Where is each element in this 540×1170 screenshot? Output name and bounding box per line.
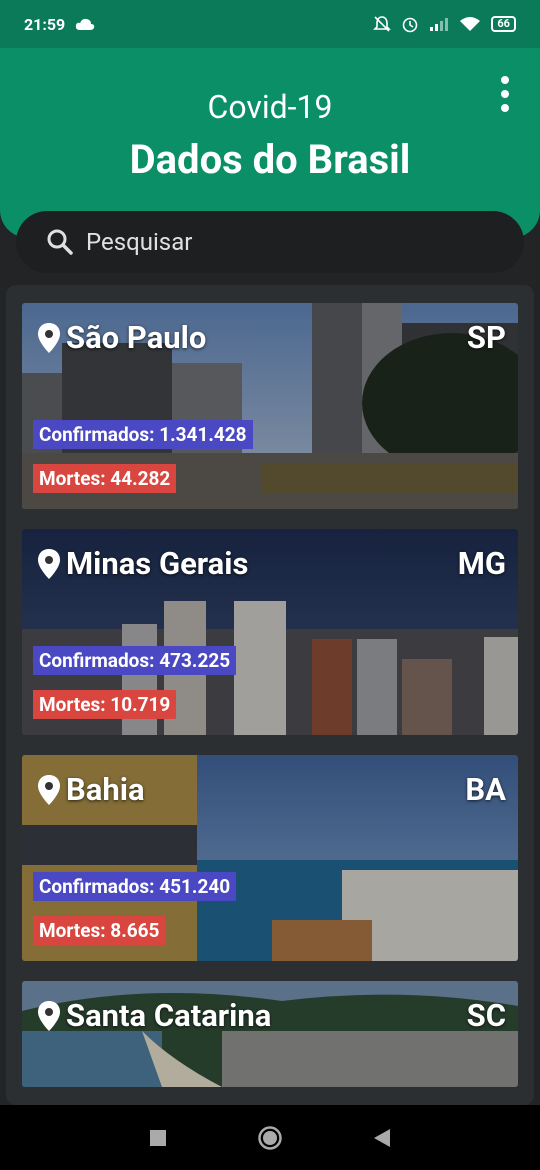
back-icon[interactable] <box>373 1128 391 1148</box>
location-pin-icon <box>38 1000 60 1031</box>
home-icon[interactable] <box>257 1125 283 1151</box>
confirmed-badge: Confirmados: 451.240 <box>33 872 237 901</box>
state-name: São Paulo <box>38 319 206 356</box>
deaths-badge: Mortes: 10.719 <box>33 690 177 719</box>
state-uf: MG <box>457 545 506 582</box>
state-name-label: Bahia <box>66 771 145 808</box>
location-pin-icon <box>38 774 60 805</box>
state-uf: SC <box>466 997 506 1034</box>
confirmed-badge: Confirmados: 1.341.428 <box>33 420 253 449</box>
status-bar: 21:59 66 <box>0 0 540 48</box>
app-header: Covid-19 Dados do Brasil <box>0 48 540 238</box>
state-name-label: Santa Catarina <box>66 997 272 1034</box>
mute-bell-icon <box>373 16 392 32</box>
confirmed-badge: Confirmados: 473.225 <box>33 646 237 675</box>
state-card-mg[interactable]: Minas Gerais MG Confirmados: 473.225 Mor… <box>22 529 518 735</box>
state-card-sp[interactable]: São Paulo SP Confirmados: 1.341.428 Mort… <box>22 303 518 509</box>
deaths-badge: Mortes: 44.282 <box>33 464 177 493</box>
state-name-label: São Paulo <box>66 319 207 356</box>
state-name: Minas Gerais <box>38 545 248 582</box>
page-title: Dados do Brasil <box>129 136 411 183</box>
location-pin-icon <box>38 322 60 353</box>
battery-icon: 66 <box>491 16 516 32</box>
state-name-label: Minas Gerais <box>66 545 249 582</box>
state-card-ba[interactable]: Bahia BA Confirmados: 451.240 Mortes: 8.… <box>22 755 518 961</box>
wifi-icon <box>460 17 481 31</box>
location-pin-icon <box>38 548 60 579</box>
state-card-sc[interactable]: Santa Catarina SC <box>22 981 518 1087</box>
system-nav-bar <box>0 1105 540 1170</box>
recent-apps-icon[interactable] <box>149 1129 167 1147</box>
state-name: Santa Catarina <box>38 997 271 1034</box>
state-uf: SP <box>466 319 506 356</box>
search-icon <box>47 229 73 255</box>
search-placeholder: Pesquisar <box>86 228 193 256</box>
state-name: Bahia <box>38 771 145 808</box>
search-input[interactable]: Pesquisar <box>16 211 524 273</box>
header-subtitle: Covid-19 <box>207 88 333 126</box>
cloud-icon <box>76 18 95 30</box>
alarm-icon <box>403 17 418 33</box>
deaths-badge: Mortes: 8.665 <box>33 916 166 945</box>
state-uf: BA <box>465 771 506 808</box>
signal-icon <box>430 18 449 31</box>
status-time: 21:59 <box>24 14 66 34</box>
